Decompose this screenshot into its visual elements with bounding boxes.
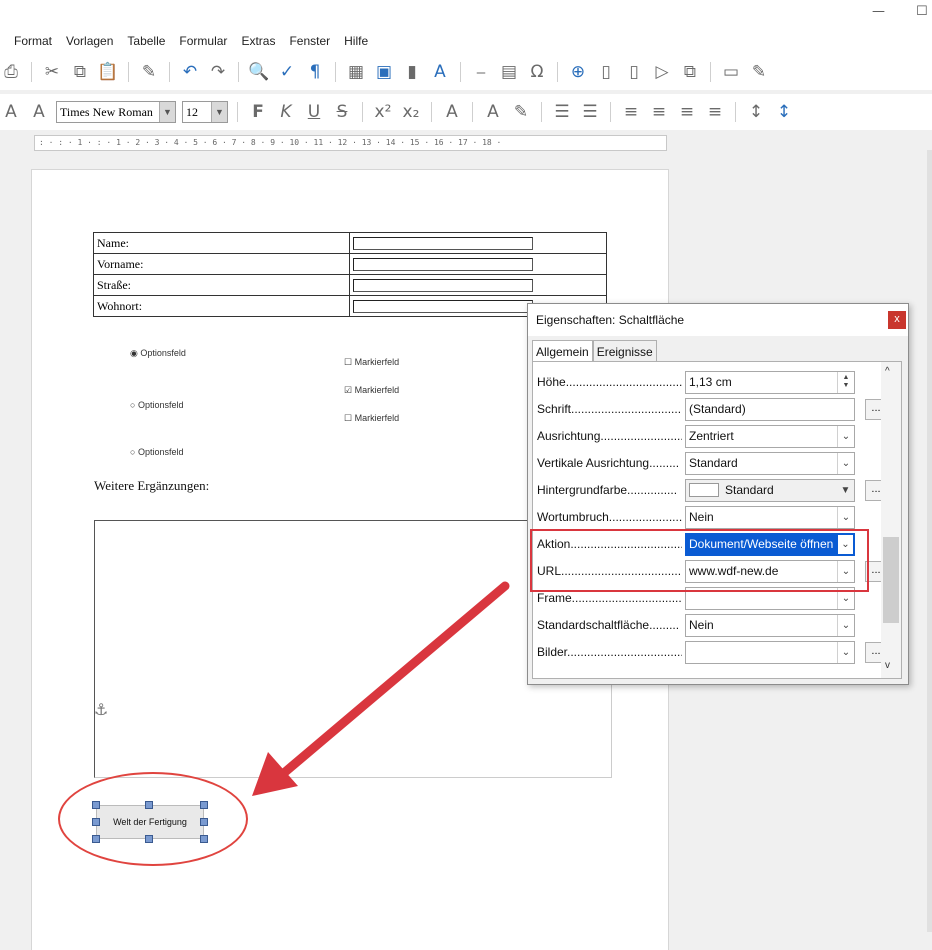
property-row-bilder: Bilder..................................… xyxy=(537,640,887,664)
dialog-title: Eigenschaften: Schaltfläche xyxy=(536,313,685,327)
property-label: Schrift.................................… xyxy=(537,402,682,416)
property-value: 1,13 cm xyxy=(689,375,732,389)
scroll-down-icon[interactable]: v xyxy=(885,660,890,671)
property-value: (Standard) xyxy=(689,402,746,416)
close-button[interactable]: x xyxy=(888,311,906,329)
property-value: Zentriert xyxy=(689,429,734,443)
spin-arrows-icon[interactable]: ▲ ▼ xyxy=(837,371,854,393)
property-row-hintergrundfarbe: Hintergrundfarbe............... Standard… xyxy=(537,478,887,502)
wortumbruch-select[interactable]: Nein ⌄ xyxy=(685,505,855,529)
dialog-tabs: Allgemein Ereignisse xyxy=(532,340,657,363)
scroll-up-icon[interactable]: ^ xyxy=(885,366,890,377)
property-row-schrift: Schrift.................................… xyxy=(537,397,887,421)
chevron-down-icon[interactable]: ⌄ xyxy=(837,641,854,663)
property-row-vertikale-ausrichtung: Vertikale Ausrichtung......... Standard … xyxy=(537,451,877,475)
ausrichtung-select[interactable]: Zentriert ⌄ xyxy=(685,424,855,448)
property-label: Bilder..................................… xyxy=(537,645,682,659)
property-value: Standard xyxy=(689,456,738,470)
property-label: Vertikale Ausrichtung......... xyxy=(537,456,680,470)
property-label: Wortumbruch....................... xyxy=(537,510,682,524)
hoehe-spinfield[interactable]: 1,13 cm ▲ ▼ xyxy=(685,370,855,394)
property-row-standardschaltflaeche: Standardschaltfläche......... Nein ⌄ xyxy=(537,613,877,637)
bilder-select[interactable]: ⌄ xyxy=(685,640,855,664)
highlight-rectangle xyxy=(530,529,869,592)
property-row-wortumbruch: Wortumbruch....................... Nein … xyxy=(537,505,877,529)
chevron-down-icon[interactable]: ⌄ xyxy=(837,506,854,528)
hintergrundfarbe-color-picker[interactable]: Standard ▼ xyxy=(685,478,855,502)
schrift-field[interactable]: (Standard) xyxy=(685,397,855,421)
chevron-down-icon[interactable]: ⌄ xyxy=(837,425,854,447)
vertikale-ausrichtung-select[interactable]: Standard ⌄ xyxy=(685,451,855,475)
chevron-down-icon[interactable]: ▼ xyxy=(837,479,854,501)
property-row-ausrichtung: Ausrichtung.......................... Ze… xyxy=(537,424,877,448)
property-row-hoehe: Höhe....................................… xyxy=(537,370,877,394)
color-swatch xyxy=(689,483,719,497)
standardschaltflaeche-select[interactable]: Nein ⌄ xyxy=(685,613,855,637)
property-label: Ausrichtung.......................... xyxy=(537,429,682,443)
property-value: Standard xyxy=(725,483,774,497)
property-value: Nein xyxy=(689,618,714,632)
chevron-down-icon[interactable]: ⌄ xyxy=(837,614,854,636)
property-label: Frame...................................… xyxy=(537,591,682,605)
panel-scrollbar[interactable]: ^ v xyxy=(881,362,901,678)
property-value: Nein xyxy=(689,510,714,524)
property-label: Standardschaltfläche......... xyxy=(537,618,680,632)
properties-dialog: Eigenschaften: Schaltfläche x Allgemein … xyxy=(527,303,909,685)
property-label: Hintergrundfarbe............... xyxy=(537,483,678,497)
dialog-title-bar: Eigenschaften: Schaltfläche x xyxy=(528,304,908,336)
tab-ereignisse[interactable]: Ereignisse xyxy=(592,340,657,363)
scroll-thumb[interactable] xyxy=(883,537,899,623)
properties-panel: Höhe....................................… xyxy=(532,361,902,679)
property-label: Höhe....................................… xyxy=(537,375,682,389)
chevron-down-icon[interactable]: ⌄ xyxy=(837,452,854,474)
tab-allgemein[interactable]: Allgemein xyxy=(532,340,593,363)
